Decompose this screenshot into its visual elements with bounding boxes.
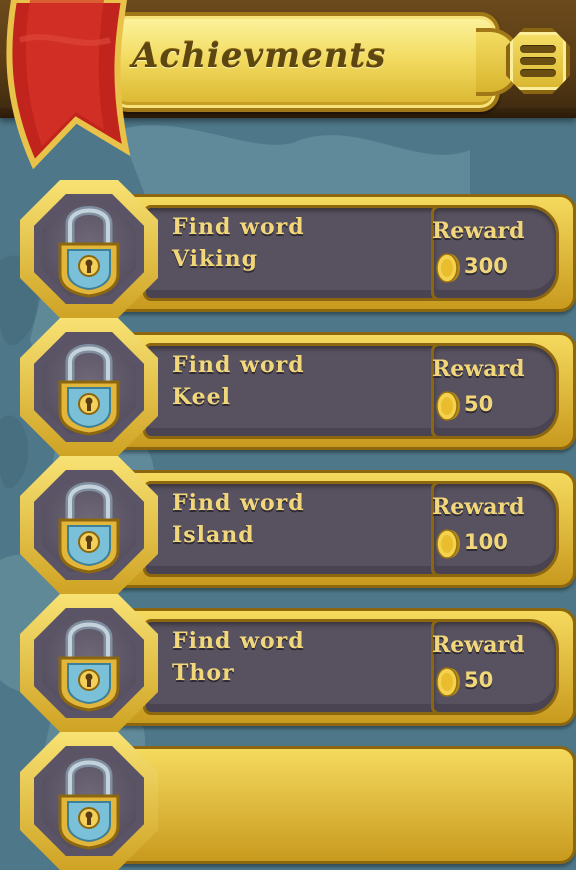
ribbon-icon [6,0,131,170]
achievement-row[interactable]: Find word Keel Reward 50 [20,318,576,456]
reward-label: Reward [432,218,525,244]
reward-amount: 100 [464,530,508,554]
reward-label: Reward [432,356,525,382]
achievement-row[interactable]: Find word Thor Reward 50 [20,594,576,732]
menu-button[interactable] [506,28,570,94]
padlock-icon [54,202,124,298]
menu-list-icon [520,42,556,80]
title-plate: Achievments [108,12,520,112]
padlock-icon [54,340,124,436]
achievement-row[interactable]: Find word Viking Reward 300 [20,180,576,318]
padlock-icon [54,616,124,712]
achievement-row[interactable]: Find word Island Reward 100 [20,456,576,594]
reward-amount: 50 [464,668,494,692]
page-title: Achievments [132,36,387,76]
padlock-icon [54,478,124,574]
reward-amount: 300 [464,254,508,278]
gold-coin-icon [434,528,462,560]
achievement-row-partial[interactable] [20,732,576,870]
gold-coin-icon [434,390,462,422]
find-word-label: Find word [172,352,305,378]
achievement-bar [100,746,576,864]
find-word-label: Find word [172,490,305,516]
achievement-word: Island [172,522,255,548]
gold-coin-icon [434,666,462,698]
find-word-label: Find word [172,628,305,654]
reward-label: Reward [432,632,525,658]
padlock-icon [54,754,124,850]
achievement-word: Viking [172,246,259,272]
find-word-label: Find word [172,214,305,240]
achievement-word: Keel [172,384,231,410]
reward-amount: 50 [464,392,494,416]
reward-label: Reward [432,494,525,520]
gold-coin-icon [434,252,462,284]
achievement-word: Thor [172,660,235,686]
